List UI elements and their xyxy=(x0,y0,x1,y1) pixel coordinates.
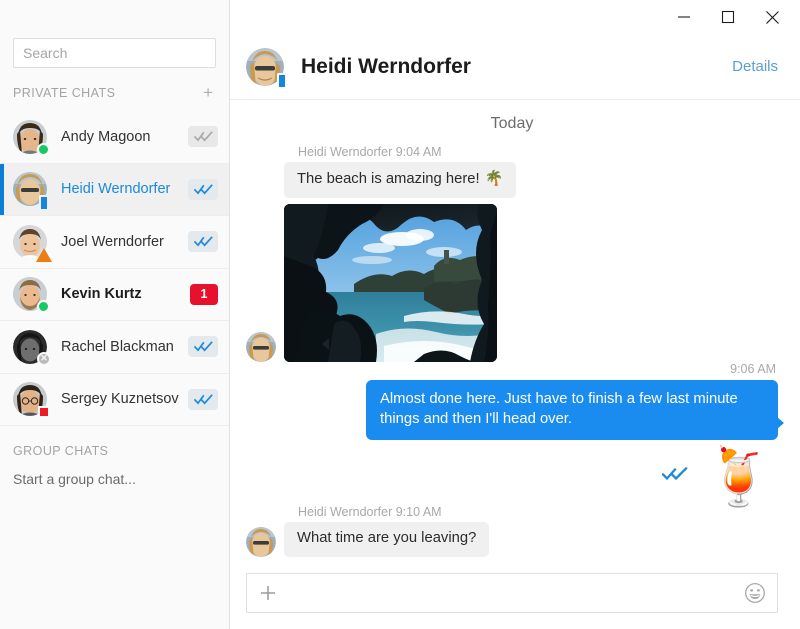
close-button[interactable] xyxy=(750,2,794,32)
beach-cave-photo xyxy=(284,204,497,362)
chat-application-window: PRIVATE CHATS + Andy Magoon Heidi Werndor… xyxy=(0,0,800,629)
double-check-icon xyxy=(194,341,213,352)
presence-indicator-mobile xyxy=(39,195,49,211)
search-container xyxy=(0,0,229,68)
page-title: Heidi Werndorfer xyxy=(301,55,732,79)
chat-list-item-label: Rachel Blackman xyxy=(61,339,188,355)
avatar-heidi-small[interactable] xyxy=(246,332,276,362)
start-group-chat-link[interactable]: Start a group chat... xyxy=(13,471,216,487)
chat-list: Andy Magoon Heidi Werndorfer Joel Werndorf… xyxy=(0,111,229,426)
delivery-status-badge xyxy=(188,336,218,357)
main-panel: Heidi Werndorfer Details Today Heidi Wer… xyxy=(230,0,800,629)
presence-indicator-busy xyxy=(38,406,50,418)
message-bubble: The beach is amazing here! 🌴 xyxy=(284,162,516,198)
chat-list-item-rachel-blackman[interactable]: ✕ Rachel Blackman xyxy=(0,321,229,374)
message-row-incoming-text: The beach is amazing here! 🌴 xyxy=(246,162,778,198)
chat-list-item-label: Heidi Werndorfer xyxy=(61,181,188,197)
day-divider: Today xyxy=(246,100,778,145)
message-row-outgoing-text: Almost done here. Just have to finish a … xyxy=(246,380,778,440)
message-bubble: What time are you leaving? xyxy=(284,522,489,557)
presence-indicator-offline: ✕ xyxy=(37,352,51,366)
avatar-heidi-image xyxy=(246,527,276,557)
minimize-icon xyxy=(677,10,691,24)
private-chats-label: PRIVATE CHATS xyxy=(13,86,115,100)
chat-list-item-label: Sergey Kuznetsov xyxy=(61,391,188,407)
message-row-outgoing-sticker: 🍹 xyxy=(246,449,778,505)
avatar xyxy=(13,120,47,154)
double-check-icon xyxy=(194,184,213,195)
avatar-heidi-image xyxy=(246,332,276,362)
header-avatar[interactable] xyxy=(246,48,284,86)
delivery-status-badge xyxy=(188,389,218,410)
delivery-status-badge xyxy=(188,179,218,200)
search-input[interactable] xyxy=(13,38,216,68)
chat-list-item-joel-werndorfer[interactable]: Joel Werndorfer xyxy=(0,216,229,269)
double-check-icon xyxy=(194,236,213,247)
palm-tree-emoji: 🌴 xyxy=(485,170,504,187)
group-chats-section: GROUP CHATS Start a group chat... xyxy=(0,426,229,487)
maximize-icon xyxy=(721,10,735,24)
chat-list-item-andy-magoon[interactable]: Andy Magoon xyxy=(0,111,229,164)
close-icon xyxy=(765,10,780,25)
tropical-drink-sticker[interactable]: 🍹 xyxy=(704,449,774,505)
avatar: ✕ xyxy=(13,330,47,364)
avatar-heidi-small[interactable] xyxy=(246,527,276,557)
message-list: Today Heidi Werndorfer 9:04 AM The beach… xyxy=(230,100,800,563)
chat-list-item-label: Kevin Kurtz xyxy=(61,286,190,302)
chat-list-item-heidi-werndorfer[interactable]: Heidi Werndorfer xyxy=(0,164,229,217)
composer-container xyxy=(230,563,800,629)
window-controls xyxy=(230,0,800,34)
private-chats-header: PRIVATE CHATS + xyxy=(0,68,229,111)
delivery-status-badge xyxy=(188,126,218,147)
double-check-icon xyxy=(194,131,213,142)
chat-list-item-label: Joel Werndorfer xyxy=(61,234,188,250)
message-composer[interactable] xyxy=(246,573,778,613)
chat-list-item-label: Andy Magoon xyxy=(61,129,188,145)
message-row-incoming-photo xyxy=(246,204,778,362)
maximize-button[interactable] xyxy=(706,2,750,32)
message-photo[interactable] xyxy=(284,204,497,362)
delivery-status-badge xyxy=(188,231,218,252)
message-meta: Heidi Werndorfer 9:04 AM xyxy=(298,145,778,159)
unread-count-badge: 1 xyxy=(190,284,218,305)
chat-list-item-kevin-kurtz[interactable]: Kevin Kurtz1 xyxy=(0,269,229,322)
add-attachment-icon[interactable] xyxy=(259,584,277,602)
avatar xyxy=(13,277,47,311)
avatar xyxy=(13,172,47,206)
sidebar: PRIVATE CHATS + Andy Magoon Heidi Werndor… xyxy=(0,0,230,629)
bubble-tail xyxy=(322,338,329,350)
chat-list-item-sergey-kuznetsov[interactable]: Sergey Kuznetsov xyxy=(0,374,229,427)
message-text: The beach is amazing here! xyxy=(297,171,480,187)
message-bubble-outgoing: Almost done here. Just have to finish a … xyxy=(366,380,778,440)
group-chats-label: GROUP CHATS xyxy=(13,444,216,458)
details-link[interactable]: Details xyxy=(732,58,778,75)
presence-indicator-online xyxy=(37,300,50,313)
conversation-header: Heidi Werndorfer Details xyxy=(230,34,800,100)
double-check-icon xyxy=(194,394,213,405)
minimize-button[interactable] xyxy=(662,2,706,32)
presence-indicator-mobile xyxy=(277,73,287,89)
message-meta-outgoing: 9:06 AM xyxy=(246,362,776,376)
presence-indicator-away xyxy=(36,248,52,262)
presence-indicator-online xyxy=(37,143,50,156)
message-row-incoming-text-2: What time are you leaving? xyxy=(246,522,778,557)
emoji-picker-icon[interactable] xyxy=(744,582,766,604)
read-receipt-icon xyxy=(662,467,688,486)
avatar xyxy=(13,225,47,259)
message-input[interactable] xyxy=(287,574,734,612)
add-private-chat-icon[interactable]: + xyxy=(203,84,213,101)
avatar xyxy=(13,382,47,416)
